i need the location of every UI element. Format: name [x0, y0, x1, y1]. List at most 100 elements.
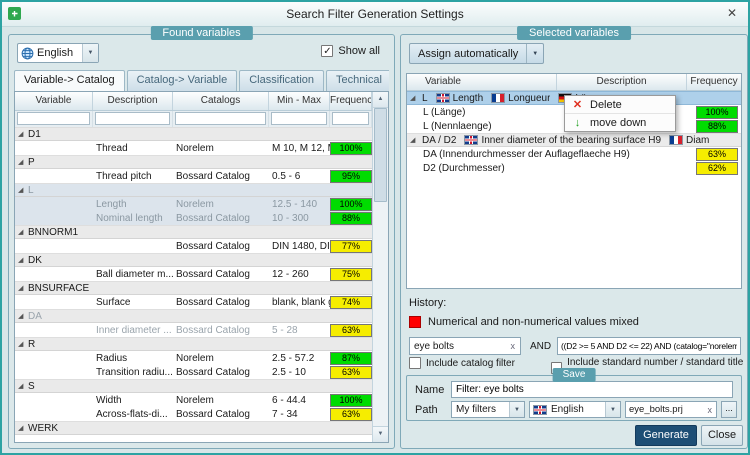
column-header-variable[interactable]: Variable — [407, 74, 557, 90]
chevron-down-icon[interactable]: ▼ — [605, 402, 620, 417]
group-row[interactable]: ◢R — [15, 337, 372, 351]
group-row[interactable]: ◢P — [15, 155, 372, 169]
expander-icon[interactable]: ◢ — [18, 158, 28, 166]
expander-icon[interactable]: ◢ — [410, 94, 420, 102]
group-row[interactable]: ◢DA / D2Inner diameter of the bearing su… — [407, 133, 741, 147]
selected-variables-panel: Selected variables Assign automatically … — [400, 34, 748, 449]
scrollbar-thumb[interactable] — [374, 108, 387, 202]
show-all-checkbox[interactable]: ✓ Show all — [321, 45, 380, 57]
table-row[interactable]: DA (Innendurchmesser der Auflageflaeche … — [407, 147, 741, 161]
group-row[interactable]: ◢BNNORM1 — [15, 225, 372, 239]
cell: 6 - 44.4 — [269, 395, 330, 406]
expander-icon[interactable]: ◢ — [410, 136, 420, 144]
filter-name-input[interactable] — [451, 381, 733, 398]
expander-icon[interactable]: ◢ — [18, 284, 28, 292]
table-row[interactable]: RadiusNorelem2.5 - 57.287% — [15, 351, 372, 365]
window-close-button[interactable]: ✕ — [719, 5, 745, 22]
include-catalog-filter-checkbox[interactable]: Include catalog filter — [409, 357, 515, 369]
column-filter-input[interactable] — [17, 112, 90, 125]
variable-name: DA / D2 — [422, 135, 456, 146]
table-row[interactable]: Nominal lengthBossard Catalog10 - 30088% — [15, 211, 372, 225]
table-row[interactable]: Inner diameter ...Bossard Catalog5 - 286… — [15, 323, 372, 337]
expander-icon[interactable]: ◢ — [18, 228, 28, 236]
table-row[interactable]: Bossard CatalogDIN 1480, DIN ...77% — [15, 239, 372, 253]
column-header-frequency[interactable]: Frequency — [330, 92, 372, 110]
title-bar[interactable]: Search Filter Generation Settings ✕ — [2, 2, 748, 27]
table-row[interactable]: SurfaceBossard Catalogblank, blank g...7… — [15, 295, 372, 309]
group-row[interactable]: ◢S — [15, 379, 372, 393]
group-row[interactable]: ◢BNSURFACE — [15, 281, 372, 295]
frequency-badge: 100% — [330, 142, 372, 155]
table-row[interactable]: Across-flats-di...Bossard Catalog7 - 346… — [15, 407, 372, 421]
column-header-description[interactable]: Description — [93, 92, 173, 110]
tab-catalog-variable[interactable]: Catalog-> Variable — [127, 70, 238, 91]
cell: Transition radiu... — [93, 367, 173, 378]
scroll-down-button[interactable]: ▼ — [373, 426, 388, 442]
tab-technical[interactable]: Technical — [326, 70, 389, 91]
vertical-scrollbar[interactable]: ▲ ▼ — [372, 92, 388, 442]
language-value: English — [37, 47, 82, 59]
table-row[interactable]: LengthNorelem12.5 - 140100% — [15, 197, 372, 211]
expander-icon[interactable]: ◢ — [18, 382, 28, 390]
column-header-description[interactable]: Description — [557, 74, 687, 90]
name-label: Name — [415, 384, 444, 396]
variable-name: L (Nennlaenge) — [423, 121, 492, 132]
frequency-badge: 63% — [330, 366, 372, 379]
close-button[interactable]: Close — [701, 425, 743, 446]
table-row[interactable]: Thread pitchBossard Catalog0.5 - 695% — [15, 169, 372, 183]
cell: Bossard Catalog — [173, 367, 269, 378]
assign-automatically-button[interactable]: Assign automatically ▼ — [409, 43, 544, 64]
language-select[interactable]: English ▼ — [17, 43, 99, 63]
frequency-badge: 62% — [696, 162, 738, 175]
tab-classification[interactable]: Classification — [239, 70, 324, 91]
remove-file-icon[interactable]: x — [704, 405, 717, 415]
column-header-frequency[interactable]: Frequency — [687, 74, 741, 90]
column-filter-input[interactable] — [95, 112, 170, 125]
menu-item-move-down[interactable]: ↓move down — [565, 113, 675, 131]
column-filter-input[interactable] — [332, 112, 369, 125]
scroll-up-button[interactable]: ▲ — [373, 92, 388, 108]
group-row[interactable]: ◢WERK — [15, 421, 372, 435]
chevron-down-icon[interactable]: ▼ — [82, 44, 98, 62]
expander-icon[interactable]: ◢ — [18, 424, 28, 432]
search-term-chip[interactable]: eye bolts x — [409, 337, 521, 355]
column-filter-input[interactable] — [175, 112, 266, 125]
expander-icon[interactable]: ◢ — [18, 186, 28, 194]
browse-button[interactable]: ... — [721, 401, 737, 418]
expander-icon[interactable]: ◢ — [18, 130, 28, 138]
table-row[interactable]: ThreadNorelemM 10, M 12, M...100% — [15, 141, 372, 155]
chevron-down-icon[interactable]: ▼ — [509, 402, 524, 417]
group-row[interactable]: ◢DK — [15, 253, 372, 267]
group-row[interactable]: ◢D1 — [15, 127, 372, 141]
tab-variable-catalog[interactable]: Variable-> Catalog — [14, 70, 125, 91]
group-label: DK — [28, 255, 42, 266]
column-header-min-max[interactable]: Min - Max — [269, 92, 330, 110]
column-header-variable[interactable]: Variable — [15, 92, 93, 110]
chevron-down-icon[interactable]: ▼ — [526, 44, 543, 63]
project-file-chip[interactable]: eye_bolts.prj x — [625, 401, 717, 418]
checkbox-check-icon: ✓ — [321, 45, 333, 57]
column-header-catalogs[interactable]: Catalogs — [173, 92, 269, 110]
expander-icon[interactable]: ◢ — [18, 312, 28, 320]
table-row[interactable]: WidthNorelem6 - 44.4100% — [15, 393, 372, 407]
menu-item-delete[interactable]: ✕Delete — [565, 96, 675, 113]
generate-button[interactable]: Generate — [635, 425, 697, 446]
cell: Norelem — [173, 395, 269, 406]
column-filter-input[interactable] — [271, 112, 327, 125]
group-row[interactable]: ◢L — [15, 183, 372, 197]
expander-icon[interactable]: ◢ — [18, 256, 28, 264]
group-label: WERK — [28, 423, 58, 434]
group-label: R — [28, 339, 35, 350]
save-language-select[interactable]: English ▼ — [529, 401, 621, 418]
path-label: Path — [415, 404, 438, 416]
group-row[interactable]: ◢DA — [15, 309, 372, 323]
table-row[interactable]: Transition radiu...Bossard Catalog2.5 - … — [15, 365, 372, 379]
table-row[interactable]: D2 (Durchmesser)62% — [407, 161, 741, 175]
filter-expression-input[interactable] — [557, 337, 741, 355]
cell: 7 - 34 — [269, 409, 330, 420]
remove-term-icon[interactable]: x — [506, 341, 521, 351]
expander-icon[interactable]: ◢ — [18, 340, 28, 348]
description-part: Longueur — [491, 93, 550, 104]
table-row[interactable]: Ball diameter m...Bossard Catalog12 - 26… — [15, 267, 372, 281]
path-select[interactable]: My filters ▼ — [451, 401, 525, 418]
